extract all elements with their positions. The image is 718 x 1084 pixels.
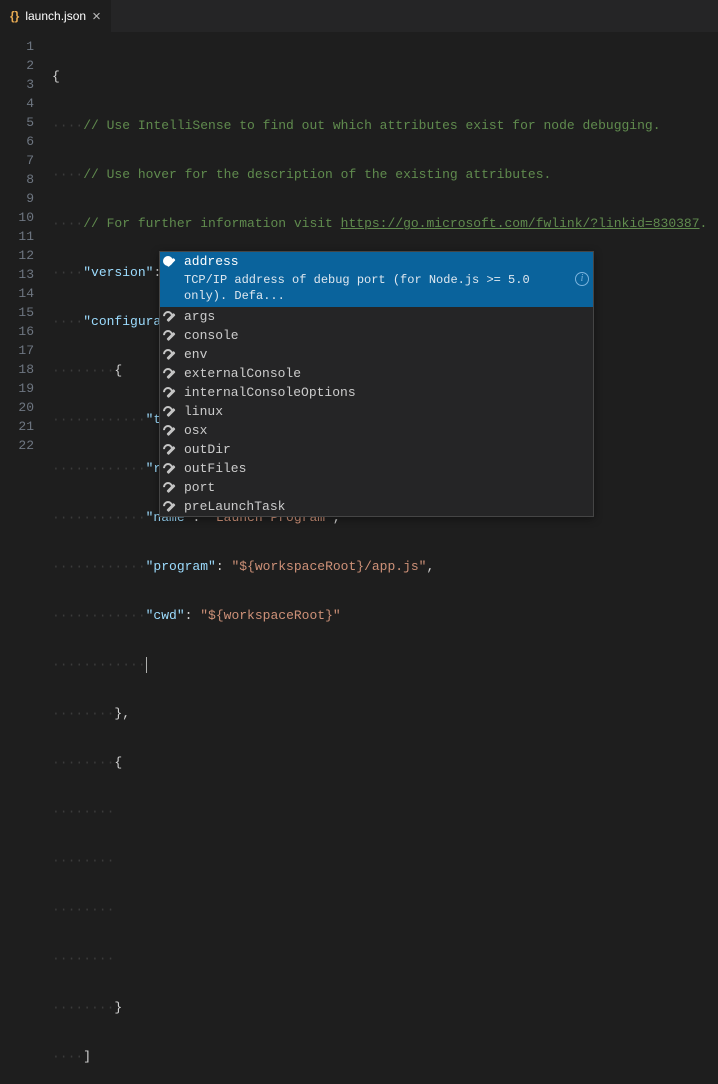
line-number: 11 [0, 227, 52, 246]
code-line: ············"program": "${workspaceRoot}… [52, 557, 718, 576]
code-line: ········ [52, 851, 718, 870]
line-number: 4 [0, 94, 52, 113]
suggest-label: env [184, 347, 207, 362]
line-number: 2 [0, 56, 52, 75]
suggest-label: outDir [184, 442, 231, 457]
line-number: 20 [0, 398, 52, 417]
line-number: 22 [0, 436, 52, 455]
tab-bar: {} launch.json × [0, 0, 718, 33]
code-line: ········} [52, 998, 718, 1017]
tab-filename: launch.json [25, 9, 86, 23]
suggest-label: internalConsoleOptions [184, 385, 356, 400]
wrench-icon [164, 481, 178, 495]
suggest-item-args[interactable]: args [160, 307, 593, 326]
code-line: ········ [52, 802, 718, 821]
suggest-label: address [184, 254, 239, 269]
code-line: { [52, 67, 718, 86]
wrench-icon [164, 348, 178, 362]
code-line: ············"cwd": "${workspaceRoot}" [52, 606, 718, 625]
line-number: 19 [0, 379, 52, 398]
suggest-description: TCP/IP address of debug port (for Node.j… [160, 271, 593, 307]
suggest-item-externalconsole[interactable]: externalConsole [160, 364, 593, 383]
doc-link[interactable]: https://go.microsoft.com/fwlink/?linkid=… [341, 216, 700, 231]
suggest-label: externalConsole [184, 366, 301, 381]
code-line: ········ [52, 900, 718, 919]
code-line: ····// For further information visit htt… [52, 214, 718, 233]
line-number: 7 [0, 151, 52, 170]
suggest-label: osx [184, 423, 207, 438]
wrench-icon [164, 424, 178, 438]
code-line: ········}, [52, 704, 718, 723]
line-number: 8 [0, 170, 52, 189]
info-icon[interactable]: i [575, 272, 589, 286]
suggest-label: args [184, 309, 215, 324]
wrench-icon [164, 405, 178, 419]
line-number: 21 [0, 417, 52, 436]
suggest-label: outFiles [184, 461, 246, 476]
wrench-icon [164, 367, 178, 381]
code-line: ····] [52, 1047, 718, 1066]
line-number: 14 [0, 284, 52, 303]
line-number: 9 [0, 189, 52, 208]
suggest-label: port [184, 480, 215, 495]
wrench-icon [164, 329, 178, 343]
line-number: 15 [0, 303, 52, 322]
close-icon[interactable]: × [92, 9, 101, 24]
wrench-icon [164, 462, 178, 476]
line-number: 3 [0, 75, 52, 94]
line-number: 5 [0, 113, 52, 132]
text-cursor [146, 657, 147, 673]
line-number: 18 [0, 360, 52, 379]
line-number: 10 [0, 208, 52, 227]
line-number: 16 [0, 322, 52, 341]
suggest-item-outdir[interactable]: outDir [160, 440, 593, 459]
suggest-label: linux [184, 404, 223, 419]
line-number: 1 [0, 37, 52, 56]
suggest-label: console [184, 328, 239, 343]
line-number-gutter: 1 2 3 4 5 6 7 8 9 10 11 12 13 14 15 16 1… [0, 33, 52, 542]
wrench-icon [164, 255, 178, 269]
suggest-item-env[interactable]: env [160, 345, 593, 364]
suggest-item-console[interactable]: console [160, 326, 593, 345]
intellisense-popup[interactable]: address TCP/IP address of debug port (fo… [159, 251, 594, 517]
suggest-item-address[interactable]: address [160, 252, 593, 271]
code-line: ············ [52, 655, 718, 674]
wrench-icon [164, 386, 178, 400]
suggest-item-outfiles[interactable]: outFiles [160, 459, 593, 478]
suggest-item-linux[interactable]: linux [160, 402, 593, 421]
suggest-label: preLaunchTask [184, 499, 285, 514]
wrench-icon [164, 443, 178, 457]
line-number: 6 [0, 132, 52, 151]
json-file-icon: {} [10, 9, 19, 23]
line-number: 17 [0, 341, 52, 360]
wrench-icon [164, 500, 178, 514]
code-line: ····// Use IntelliSense to find out whic… [52, 116, 718, 135]
line-number: 12 [0, 246, 52, 265]
code-line: ····// Use hover for the description of … [52, 165, 718, 184]
suggest-item-internalconsoleoptions[interactable]: internalConsoleOptions [160, 383, 593, 402]
code-line: ········ [52, 949, 718, 968]
line-number: 13 [0, 265, 52, 284]
code-line: ········{ [52, 753, 718, 772]
tab-launch-json[interactable]: {} launch.json × [0, 0, 112, 32]
suggest-item-osx[interactable]: osx [160, 421, 593, 440]
suggest-item-port[interactable]: port [160, 478, 593, 497]
wrench-icon [164, 310, 178, 324]
suggest-item-prelaunchtask[interactable]: preLaunchTask [160, 497, 593, 516]
